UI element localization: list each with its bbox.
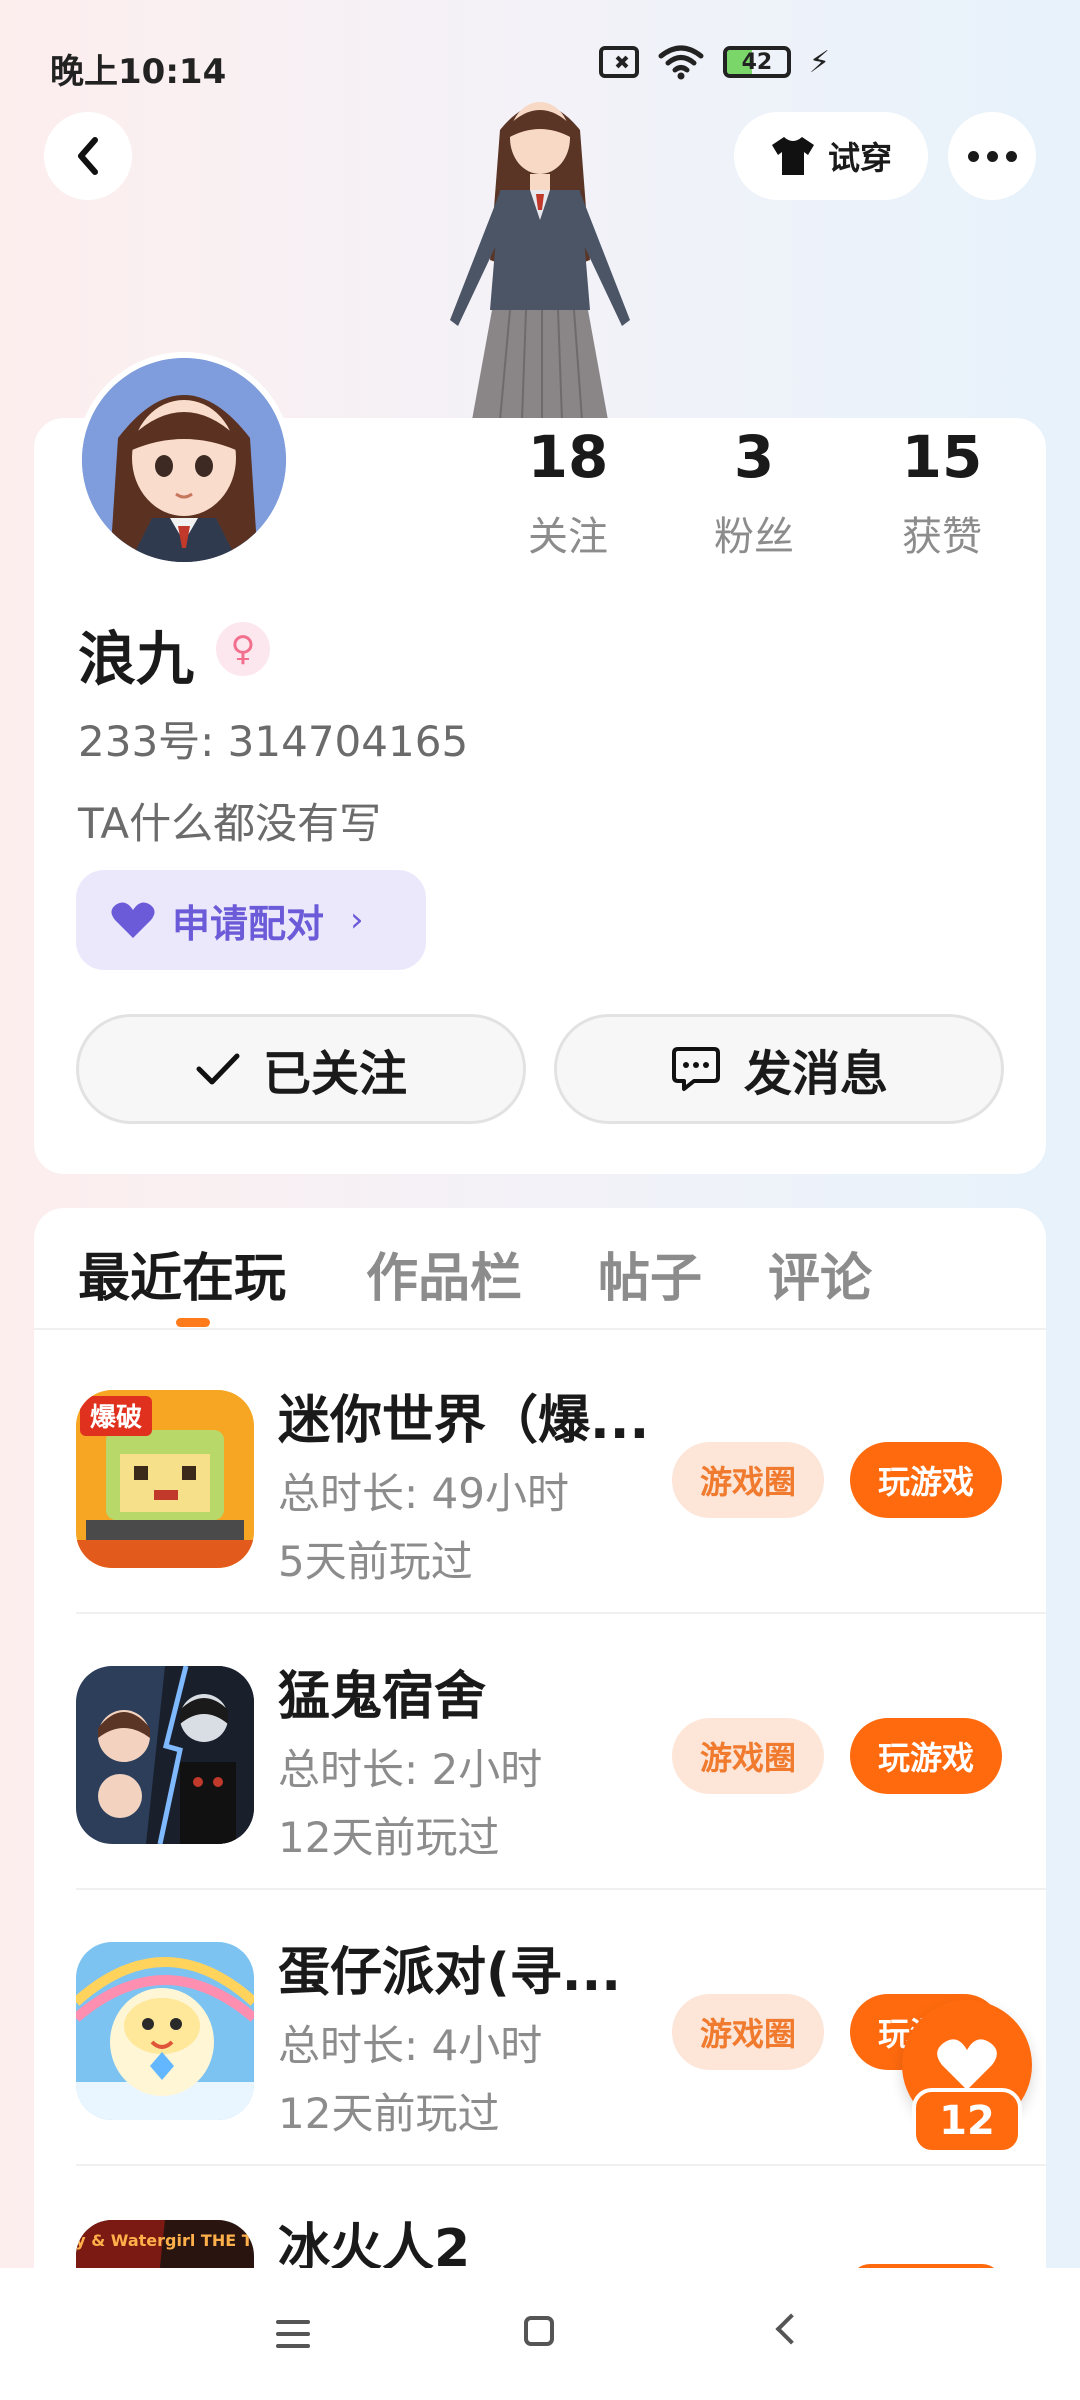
more-dot-icon [986,150,998,162]
stat-value: 3 [733,423,775,491]
user-id: 233号: 314704165 [78,717,469,766]
message-label: 发消息 [743,1046,888,1102]
tshirt-icon [771,137,814,175]
more-dot-icon [1005,150,1017,162]
stat-label: 关注 [528,514,608,560]
no-sim-icon [598,46,639,78]
game-last-played: 12天前玩过 [278,1813,500,1862]
game-icon-label: Fireboy & Watergirl THE TEMPLE [76,2231,254,2250]
game-icon [76,1666,254,1844]
chevron-left-icon [78,137,98,175]
game-title: 蛋仔派对(寻... [278,1943,622,2003]
game-duration: 总时长: 4小时 [278,2021,543,2070]
game-icon: 爆破 [76,1390,254,1568]
status-icons: 42 ⚡ [598,44,830,80]
like-count: 12 [912,2088,1022,2154]
game-icon: Fireboy & Watergirl THE TEMPLE [76,2220,254,2268]
list-item[interactable]: Fireboy & Watergirl THE TEMPLE 冰火人2 [76,2158,1046,2268]
tab-recently-played[interactable]: 最近在玩 [78,1236,286,1311]
back-icon[interactable] [775,2313,807,2345]
list-item[interactable]: 猛鬼宿舍 总时长: 2小时 12天前玩过 游戏圈 玩游戏 [76,1606,1046,1882]
stat-value: 18 [527,423,609,491]
tab-works[interactable]: 作品栏 [366,1236,522,1311]
avatar-3d-figure[interactable] [430,90,650,420]
follow-button[interactable]: 已关注 [76,1014,526,1124]
charging-icon: ⚡ [808,44,830,80]
battery-level: 42 [741,49,773,75]
battery-icon: 42 [722,46,791,78]
more-button[interactable] [948,112,1036,200]
try-on-button[interactable]: 试穿 [734,112,928,200]
play-game-button[interactable]: 玩游戏 [850,1718,1002,1794]
stat-label: 获赞 [902,514,982,560]
game-title: 冰火人2 [278,2219,471,2268]
apply-match-button[interactable]: 申请配对 › [76,870,426,970]
game-duration: 总时长: 49小时 [278,1469,569,1518]
home-icon[interactable] [524,2316,554,2346]
username: 浪九 [78,625,195,693]
game-title: 猛鬼宿舍 [278,1667,487,1727]
try-on-label: 试穿 [827,139,892,177]
play-game-button[interactable]: 玩游戏 [850,1442,1002,1518]
stat-followers[interactable]: 3 粉丝 [684,422,824,562]
apply-match-label: 申请配对 [172,901,325,946]
message-icon [671,1047,720,1091]
back-button[interactable] [44,112,132,200]
list-item[interactable]: 爆破 迷你世界（爆... 总时长: 49小时 5天前玩过 游戏圈 玩游戏 [76,1330,1046,1606]
list-item[interactable]: 蛋仔派对(寻... 总时长: 4小时 12天前玩过 游戏圈 玩游戏 [76,1882,1046,2158]
tab-posts[interactable]: 帖子 [598,1236,702,1311]
game-title: 迷你世界（爆... [278,1391,650,1451]
bio: TA什么都没有写 [78,799,382,848]
game-circle-button[interactable]: 游戏圈 [672,1994,824,2070]
stat-likes[interactable]: 15 获赞 [872,422,1012,562]
follow-label: 已关注 [262,1046,407,1102]
menu-icon[interactable] [276,2320,310,2348]
system-nav-bar [0,2268,1080,2400]
check-icon [196,1053,240,1085]
game-icon [76,1942,254,2120]
message-button[interactable]: 发消息 [554,1014,1004,1124]
avatar[interactable] [76,352,292,568]
status-time: 晚上10:14 [50,52,227,92]
game-circle-button[interactable]: 游戏圈 [672,1442,824,1518]
tab-indicator [176,1318,210,1327]
more-dot-icon [967,150,979,162]
chevron-right-icon: › [350,900,364,940]
heart-icon [937,2039,997,2090]
game-last-played: 5天前玩过 [278,1537,473,1586]
game-icon-label: 爆破 [90,1403,142,1433]
game-circle-button[interactable]: 游戏圈 [672,1718,824,1794]
wifi-icon [658,45,704,80]
stat-value: 15 [901,423,983,491]
heart-icon [111,902,155,938]
game-last-played: 12天前玩过 [278,2089,500,2138]
tab-comments[interactable]: 评论 [768,1236,872,1311]
stat-following[interactable]: 18 关注 [498,422,638,562]
female-icon: ♀ [216,622,270,676]
avatar-illustration [82,358,286,562]
game-duration: 总时长: 2小时 [278,1745,543,1794]
stat-label: 粉丝 [714,514,794,560]
